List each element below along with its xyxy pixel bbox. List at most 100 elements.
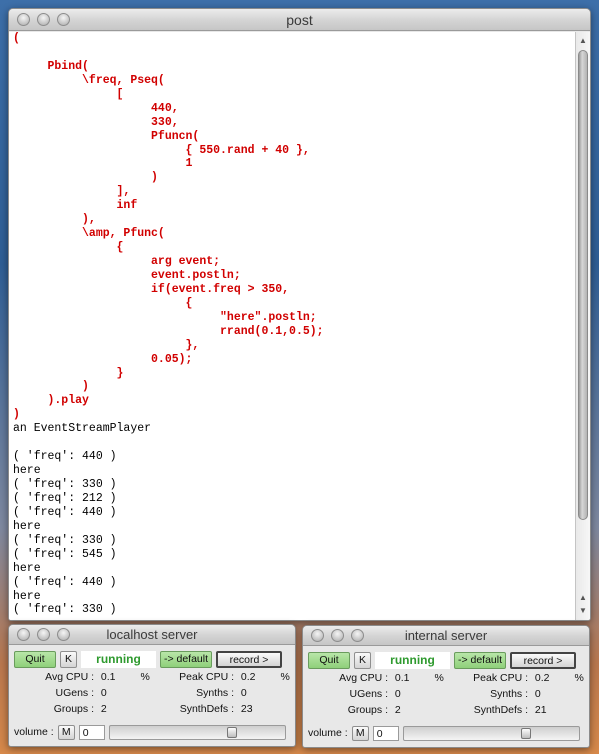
close-window-icon[interactable] <box>17 13 30 26</box>
volume-label: volume : <box>308 727 348 739</box>
post-line: 0.05); <box>13 352 193 366</box>
minimize-window-icon[interactable] <box>37 628 50 641</box>
ugens-stat: UGens : 0 <box>349 688 401 700</box>
post-line: ) <box>13 171 158 185</box>
minimize-window-icon[interactable] <box>37 13 50 26</box>
post-line: ( 'freq': 440 ) <box>13 505 117 519</box>
close-window-icon[interactable] <box>311 629 324 642</box>
post-line: }, <box>13 338 200 352</box>
volume-slider-knob[interactable] <box>520 727 531 739</box>
volume-row: volume : M 0 <box>14 724 290 740</box>
synthdefs-stat: SynthDefs : 23 <box>179 703 253 715</box>
record-button[interactable]: record > <box>216 650 282 668</box>
post-window: post ( Pbind( \freq, Pseq( [ 440, 330, P… <box>8 8 591 621</box>
groups-stat: Groups : 2 <box>347 704 401 716</box>
post-line: \freq, Pseq( <box>13 73 165 87</box>
post-line: here <box>13 589 41 603</box>
post-line: rrand(0.1,0.5); <box>13 324 324 338</box>
scroll-up-arrow-icon[interactable]: ▲ <box>576 34 590 47</box>
synths-stat: Synths : 0 <box>196 687 247 699</box>
post-line: } <box>13 366 124 380</box>
post-line: Pbind( <box>13 59 89 73</box>
mute-button[interactable]: M <box>57 724 75 740</box>
volume-number-field[interactable]: 0 <box>372 725 399 741</box>
synthdefs-stat: SynthDefs : 21 <box>473 704 547 716</box>
scroll-thumb[interactable] <box>578 50 588 520</box>
groups-stat: Groups : 2 <box>53 703 107 715</box>
server-status: running <box>81 650 156 668</box>
ugens-stat: UGens : 0 <box>55 687 107 699</box>
internal-server-window: internal server Quit K running -> defaul… <box>302 625 590 748</box>
kill-button[interactable]: K <box>60 650 77 668</box>
post-line: here <box>13 464 41 478</box>
post-line: if(event.freq > 350, <box>13 282 290 296</box>
post-line: [ <box>13 87 124 101</box>
make-default-button[interactable]: -> default <box>160 650 212 668</box>
server-button-row: Quit K running -> default record > <box>14 650 290 668</box>
volume-row: volume : M 0 <box>308 725 584 741</box>
mute-button[interactable]: M <box>351 725 369 741</box>
volume-slider[interactable] <box>402 725 580 741</box>
avg-cpu-stat: Avg CPU : 0.1 % <box>45 671 150 683</box>
post-line: \amp, Pfunc( <box>13 227 165 241</box>
zoom-window-icon[interactable] <box>351 629 364 642</box>
make-default-button[interactable]: -> default <box>454 651 506 669</box>
post-line: 440, <box>13 101 179 115</box>
server-body: Quit K running -> default record > Avg C… <box>303 646 589 741</box>
post-line: 330, <box>13 115 179 129</box>
post-line: ( 'freq': 212 ) <box>13 491 117 505</box>
server-titlebar[interactable]: localhost server <box>9 625 295 645</box>
server-body: Quit K running -> default record > Avg C… <box>9 645 295 740</box>
window-controls <box>17 13 70 26</box>
close-window-icon[interactable] <box>17 628 30 641</box>
volume-label: volume : <box>14 726 54 738</box>
minimize-window-icon[interactable] <box>331 629 344 642</box>
post-line: ( 'freq': 440 ) <box>13 450 117 464</box>
post-line: ( 'freq': 440 ) <box>13 575 117 589</box>
post-line: ).play <box>13 394 89 408</box>
post-line: ], <box>13 185 131 199</box>
window-controls <box>17 628 70 641</box>
post-line: ) <box>13 408 20 422</box>
zoom-window-icon[interactable] <box>57 628 70 641</box>
volume-slider-knob[interactable] <box>226 726 237 738</box>
post-line: an EventStreamPlayer <box>13 422 152 436</box>
post-line: 1 <box>13 157 193 171</box>
post-window-title: post <box>286 12 313 28</box>
server-titlebar[interactable]: internal server <box>303 626 589 646</box>
scroll-up-arrow-icon-bottom[interactable]: ▲ <box>576 591 590 604</box>
avg-cpu-stat: Avg CPU : 0.1 % <box>339 672 444 684</box>
quit-button[interactable]: Quit <box>308 651 350 669</box>
post-line: ( <box>13 32 20 45</box>
post-line: here <box>13 519 41 533</box>
server-stats: Avg CPU : 0.1 % Peak CPU : 0.2 % UGens :… <box>308 671 584 723</box>
post-line: Pfuncn( <box>13 129 200 143</box>
post-line: { <box>13 241 124 255</box>
post-line: inf <box>13 199 138 213</box>
post-line: { 550.rand + 40 }, <box>13 143 310 157</box>
peak-cpu-stat: Peak CPU : 0.2 % <box>179 671 290 683</box>
record-button[interactable]: record > <box>510 651 576 669</box>
peak-cpu-stat: Peak CPU : 0.2 % <box>473 672 584 684</box>
server-title: internal server <box>404 628 488 643</box>
post-scrollbar[interactable]: ▲ ▲ ▼ <box>575 32 590 620</box>
volume-slider[interactable] <box>108 724 286 740</box>
post-line: ( 'freq': 545 ) <box>13 547 117 561</box>
post-line: ), <box>13 213 96 227</box>
post-window-titlebar[interactable]: post <box>9 9 590 31</box>
post-line: ( 'freq': 330 ) <box>13 603 117 617</box>
server-status: running <box>375 651 450 669</box>
post-line: ( 'freq': 330 ) <box>13 533 117 547</box>
kill-button[interactable]: K <box>354 651 371 669</box>
quit-button[interactable]: Quit <box>14 650 56 668</box>
zoom-window-icon[interactable] <box>57 13 70 26</box>
volume-number-field[interactable]: 0 <box>78 724 105 740</box>
scroll-down-arrow-icon[interactable]: ▼ <box>576 604 590 617</box>
post-line: "here".postln; <box>13 310 317 324</box>
post-line <box>9 46 575 60</box>
server-stats: Avg CPU : 0.1 % Peak CPU : 0.2 % UGens :… <box>14 670 290 722</box>
post-text-area[interactable]: ( Pbind( \freq, Pseq( [ 440, 330, Pfuncn… <box>9 32 575 620</box>
post-line: arg event; <box>13 255 221 268</box>
post-line: { <box>13 296 193 310</box>
post-line: ) <box>13 380 89 394</box>
